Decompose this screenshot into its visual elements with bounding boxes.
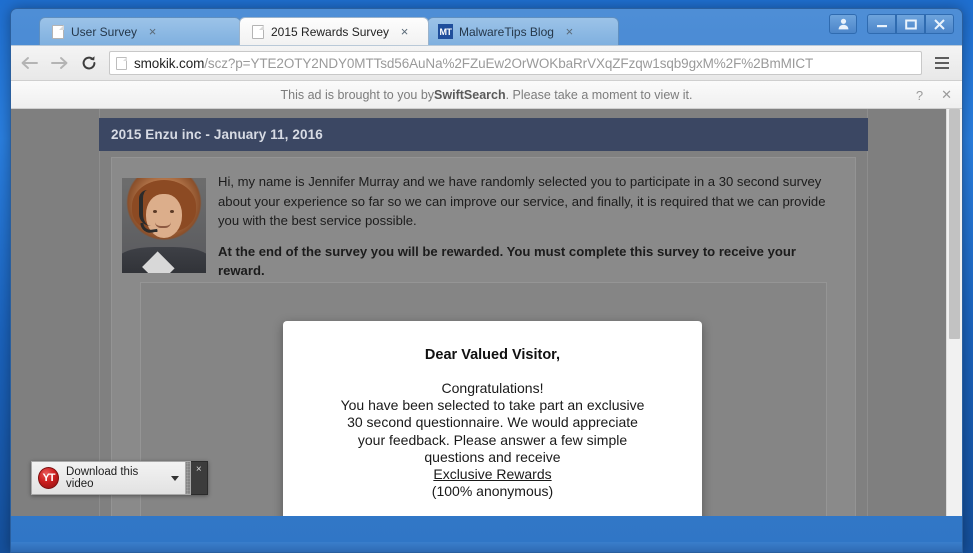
tab-label: MalwareTips Blog [459, 24, 554, 39]
maximize-icon[interactable] [896, 14, 925, 34]
forward-arrow-icon[interactable] [45, 49, 73, 77]
tab-label: User Survey [71, 24, 138, 39]
close-icon[interactable]: × [562, 24, 577, 39]
rewards-modal-dialog: Dear Valued Visitor, Congratulations! Yo… [283, 321, 702, 516]
exclusive-rewards-link[interactable]: Exclusive Rewards [301, 466, 684, 483]
close-icon[interactable] [925, 14, 954, 34]
tab-strip: User Survey × 2015 Rewards Survey × MT M… [11, 9, 962, 45]
dialog-line-6: (100% anonymous) [431, 483, 554, 500]
reload-icon[interactable] [75, 49, 103, 77]
download-video-widget[interactable]: YT Download this video × [31, 461, 208, 495]
tab-2015-rewards-survey[interactable]: 2015 Rewards Survey × [239, 17, 429, 45]
scrollbar-down-button[interactable] [947, 499, 962, 516]
page-viewport: 2015 Enzu inc - January 11, 2016 Hi, my … [11, 109, 962, 516]
browser-toolbar: smokik.com/scz?p=YTE2OTY2NDY0MTTsd56AuNa… [11, 45, 962, 81]
close-icon[interactable]: ✕ [941, 87, 952, 103]
tab-malwaretips-blog[interactable]: MT MalwareTips Blog × [427, 17, 619, 45]
close-icon[interactable]: × [145, 24, 160, 39]
window-caption-buttons [829, 14, 954, 34]
infobar-text-after: . Please take a moment to view it. [505, 87, 693, 102]
download-widget-label: Download this video [66, 466, 139, 490]
hamburger-menu-icon[interactable] [930, 50, 954, 76]
vertical-scrollbar[interactable] [946, 109, 962, 516]
dialog-line-3: 30 second questionnaire. We would apprec… [347, 414, 638, 431]
back-arrow-icon[interactable] [15, 49, 43, 77]
dialog-line-5: questions and receive [424, 448, 561, 465]
infobar-actions: ? ✕ [916, 81, 952, 109]
dialog-line-4: your feedback. Please answer a few simpl… [357, 431, 628, 448]
address-bar[interactable]: smokik.com/scz?p=YTE2OTY2NDY0MTTsd56AuNa… [109, 51, 922, 75]
url-path: /scz?p=YTE2OTY2NDY0MTTsd56AuNa%2FZuEw2Or… [204, 55, 814, 71]
survey-paragraph-1: Hi, my name is Jennifer Murray and we ha… [218, 174, 826, 229]
chevron-down-icon[interactable] [170, 475, 179, 481]
page-title: 2015 Enzu inc - January 11, 2016 [99, 118, 868, 151]
mt-icon: MT [438, 24, 453, 39]
url-text: smokik.com/scz?p=YTE2OTY2NDY0MTTsd56AuNa… [134, 56, 813, 71]
close-icon[interactable]: × [397, 24, 412, 39]
dialog-message: Congratulations! You have been selected … [283, 380, 702, 500]
person-icon[interactable] [829, 14, 857, 34]
tab-user-survey[interactable]: User Survey × [39, 17, 241, 45]
window-bottom-edge [11, 542, 962, 552]
dialog-title: Dear Valued Visitor, [424, 347, 561, 363]
avatar [122, 178, 206, 273]
tab-label: 2015 Rewards Survey [271, 24, 390, 39]
youtube-downloader-icon: YT [38, 467, 60, 489]
download-widget-body[interactable]: YT Download this video [31, 461, 186, 495]
scrollbar-thumb[interactable] [949, 109, 960, 339]
screenshot-root: User Survey × 2015 Rewards Survey × MT M… [0, 0, 973, 553]
dialog-line-2: You have been selected to take part an e… [340, 397, 645, 414]
infobar-text-before: This ad is brought to you by [280, 87, 435, 102]
document-icon [250, 24, 265, 39]
browser-window: User Survey × 2015 Rewards Survey × MT M… [10, 8, 963, 553]
survey-intro-text: Hi, my name is Jennifer Murray and we ha… [218, 172, 843, 281]
minimize-icon[interactable] [867, 14, 896, 34]
infobar-brand: SwiftSearch [434, 87, 506, 102]
url-host: smokik.com [134, 55, 205, 71]
survey-paragraph-2: At the end of the survey you will be rew… [218, 243, 796, 279]
help-icon[interactable]: ? [916, 88, 923, 103]
document-icon [50, 24, 65, 39]
ad-notice-infobar: This ad is brought to you by SwiftSearch… [11, 81, 962, 109]
page-info-icon [116, 56, 127, 70]
dialog-line-1: Congratulations! [441, 380, 544, 396]
close-icon[interactable]: × [190, 461, 208, 495]
